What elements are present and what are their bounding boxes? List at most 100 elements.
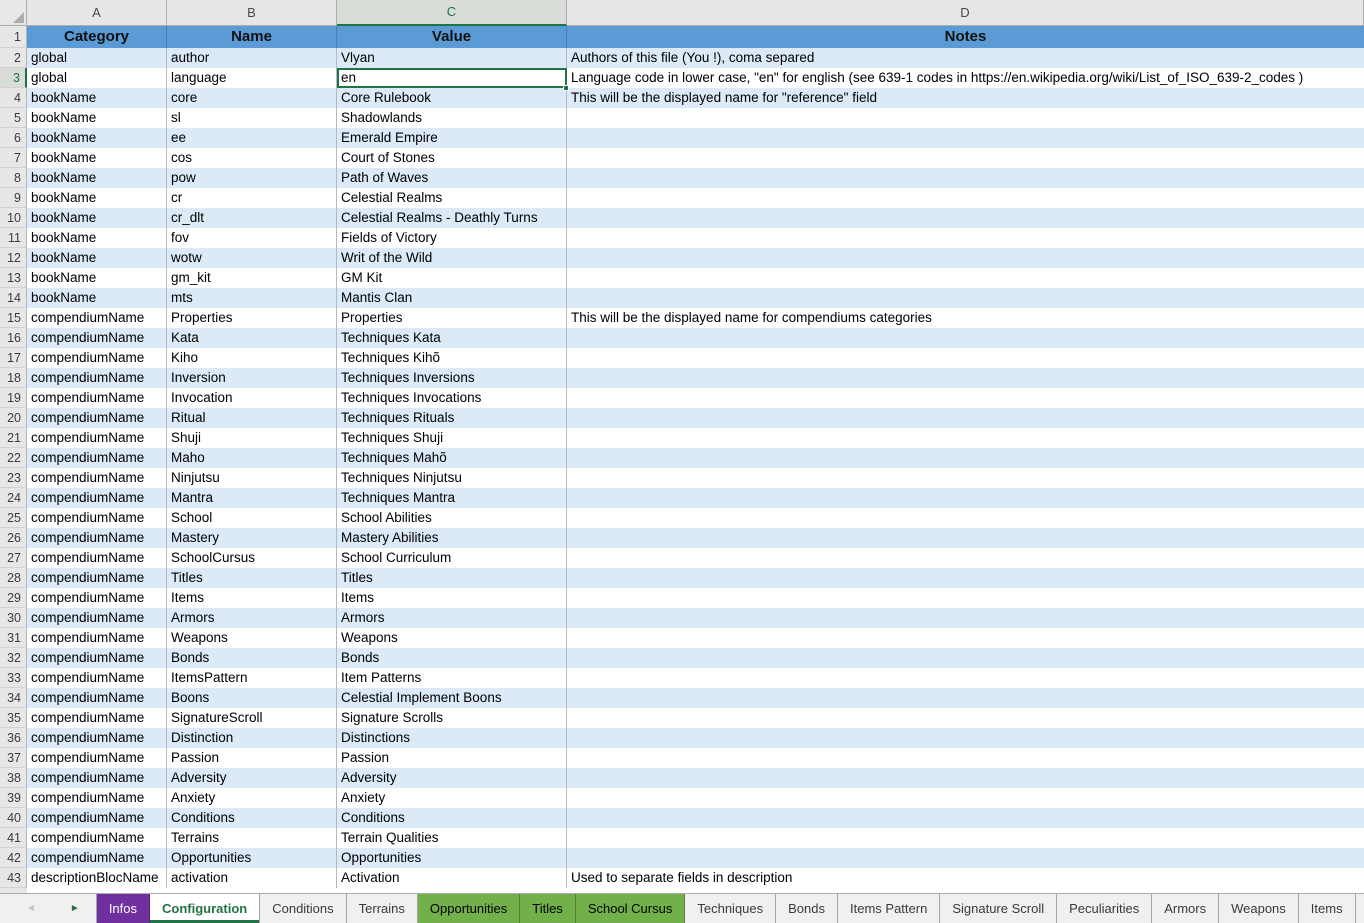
- row-header-15[interactable]: 15: [0, 308, 27, 328]
- cell-c24[interactable]: Techniques Mantra: [337, 488, 567, 508]
- tab-scroll-left-icon[interactable]: ◄: [26, 903, 36, 914]
- sheet-tab-bonds[interactable]: Bonds: [776, 894, 838, 923]
- cell-c38[interactable]: Adversity: [337, 768, 567, 788]
- cell-c2[interactable]: Vlyan: [337, 48, 567, 68]
- cell-b15[interactable]: Properties: [167, 308, 337, 328]
- cell-c32[interactable]: Bonds: [337, 648, 567, 668]
- row-header-38[interactable]: 38: [0, 768, 27, 788]
- cell-c7[interactable]: Court of Stones: [337, 148, 567, 168]
- cell-b13[interactable]: gm_kit: [167, 268, 337, 288]
- cell-b24[interactable]: Mantra: [167, 488, 337, 508]
- cell-c20[interactable]: Techniques Rituals: [337, 408, 567, 428]
- cell-b3[interactable]: language: [167, 68, 337, 88]
- cell-c42[interactable]: Opportunities: [337, 848, 567, 868]
- cell-a21[interactable]: compendiumName: [27, 428, 167, 448]
- tab-scroll-right-icon[interactable]: ►: [70, 903, 80, 914]
- cell-d20[interactable]: [567, 408, 1364, 428]
- cell-a17[interactable]: compendiumName: [27, 348, 167, 368]
- cell-a18[interactable]: compendiumName: [27, 368, 167, 388]
- cell-b11[interactable]: fov: [167, 228, 337, 248]
- cell-d5[interactable]: [567, 108, 1364, 128]
- row-header-23[interactable]: 23: [0, 468, 27, 488]
- cell-a30[interactable]: compendiumName: [27, 608, 167, 628]
- cell-b32[interactable]: Bonds: [167, 648, 337, 668]
- cell-a34[interactable]: compendiumName: [27, 688, 167, 708]
- row-header-36[interactable]: 36: [0, 728, 27, 748]
- cell-c9[interactable]: Celestial Realms: [337, 188, 567, 208]
- sheet-tab-infos[interactable]: Infos: [96, 894, 150, 923]
- cell-d25[interactable]: [567, 508, 1364, 528]
- cell-b20[interactable]: Ritual: [167, 408, 337, 428]
- cell-a36[interactable]: compendiumName: [27, 728, 167, 748]
- cell-a6[interactable]: bookName: [27, 128, 167, 148]
- cell-c15[interactable]: Properties: [337, 308, 567, 328]
- column-header-b[interactable]: B: [167, 0, 337, 26]
- cell-c11[interactable]: Fields of Victory: [337, 228, 567, 248]
- row-header-13[interactable]: 13: [0, 268, 27, 288]
- cell-c22[interactable]: Techniques Mahõ: [337, 448, 567, 468]
- cell-c39[interactable]: Anxiety: [337, 788, 567, 808]
- fill-handle[interactable]: [563, 85, 569, 91]
- row-header-42[interactable]: 42: [0, 848, 27, 868]
- cell-c14[interactable]: Mantis Clan: [337, 288, 567, 308]
- cell-c8[interactable]: Path of Waves: [337, 168, 567, 188]
- cell-a10[interactable]: bookName: [27, 208, 167, 228]
- cell-a4[interactable]: bookName: [27, 88, 167, 108]
- cell-b5[interactable]: sl: [167, 108, 337, 128]
- cell-d13[interactable]: [567, 268, 1364, 288]
- sheet-tab-titles[interactable]: Titles: [520, 894, 576, 923]
- row-header-33[interactable]: 33: [0, 668, 27, 688]
- row-header-34[interactable]: 34: [0, 688, 27, 708]
- row-header-12[interactable]: 12: [0, 248, 27, 268]
- row-header-37[interactable]: 37: [0, 748, 27, 768]
- cell-c6[interactable]: Emerald Empire: [337, 128, 567, 148]
- cell-b43[interactable]: activation: [167, 868, 337, 888]
- cell-d43[interactable]: Used to separate fields in description: [567, 868, 1364, 888]
- cell-b37[interactable]: Passion: [167, 748, 337, 768]
- sheet-tab-armors[interactable]: Armors: [1152, 894, 1219, 923]
- cell-b12[interactable]: wotw: [167, 248, 337, 268]
- cell-d31[interactable]: [567, 628, 1364, 648]
- select-all-button[interactable]: [0, 0, 27, 26]
- cell-c13[interactable]: GM Kit: [337, 268, 567, 288]
- cell-a31[interactable]: compendiumName: [27, 628, 167, 648]
- cell-d12[interactable]: [567, 248, 1364, 268]
- row-header-9[interactable]: 9: [0, 188, 27, 208]
- cell-d41[interactable]: [567, 828, 1364, 848]
- cell-c17[interactable]: Techniques Kihõ: [337, 348, 567, 368]
- column-header-d[interactable]: D: [567, 0, 1364, 26]
- sheet-tab-items-pattern[interactable]: Items Pattern: [838, 894, 940, 923]
- cell-b35[interactable]: SignatureScroll: [167, 708, 337, 728]
- cell-a40[interactable]: compendiumName: [27, 808, 167, 828]
- cell-d15[interactable]: This will be the displayed name for comp…: [567, 308, 1364, 328]
- cell-d3[interactable]: Language code in lower case, "en" for en…: [567, 68, 1364, 88]
- sheet-tab-terrains[interactable]: Terrains: [347, 894, 418, 923]
- cell-c25[interactable]: School Abilities: [337, 508, 567, 528]
- cell-a35[interactable]: compendiumName: [27, 708, 167, 728]
- cell-b23[interactable]: Ninjutsu: [167, 468, 337, 488]
- cell-d40[interactable]: [567, 808, 1364, 828]
- row-header-21[interactable]: 21: [0, 428, 27, 448]
- cell-a28[interactable]: compendiumName: [27, 568, 167, 588]
- cell-d39[interactable]: [567, 788, 1364, 808]
- cell-c40[interactable]: Conditions: [337, 808, 567, 828]
- cell-d38[interactable]: [567, 768, 1364, 788]
- cell-a22[interactable]: compendiumName: [27, 448, 167, 468]
- cell-b25[interactable]: School: [167, 508, 337, 528]
- row-header-2[interactable]: 2: [0, 48, 27, 68]
- header-cell-a1[interactable]: Category: [27, 26, 167, 48]
- cell-c21[interactable]: Techniques Shuji: [337, 428, 567, 448]
- cell-c37[interactable]: Passion: [337, 748, 567, 768]
- cell-c41[interactable]: Terrain Qualities: [337, 828, 567, 848]
- header-cell-b1[interactable]: Name: [167, 26, 337, 48]
- cell-a42[interactable]: compendiumName: [27, 848, 167, 868]
- cell-b21[interactable]: Shuji: [167, 428, 337, 448]
- cell-b26[interactable]: Mastery: [167, 528, 337, 548]
- cell-a38[interactable]: compendiumName: [27, 768, 167, 788]
- cell-a11[interactable]: bookName: [27, 228, 167, 248]
- row-header-20[interactable]: 20: [0, 408, 27, 428]
- cell-a37[interactable]: compendiumName: [27, 748, 167, 768]
- row-header-4[interactable]: 4: [0, 88, 27, 108]
- cell-a20[interactable]: compendiumName: [27, 408, 167, 428]
- row-header-14[interactable]: 14: [0, 288, 27, 308]
